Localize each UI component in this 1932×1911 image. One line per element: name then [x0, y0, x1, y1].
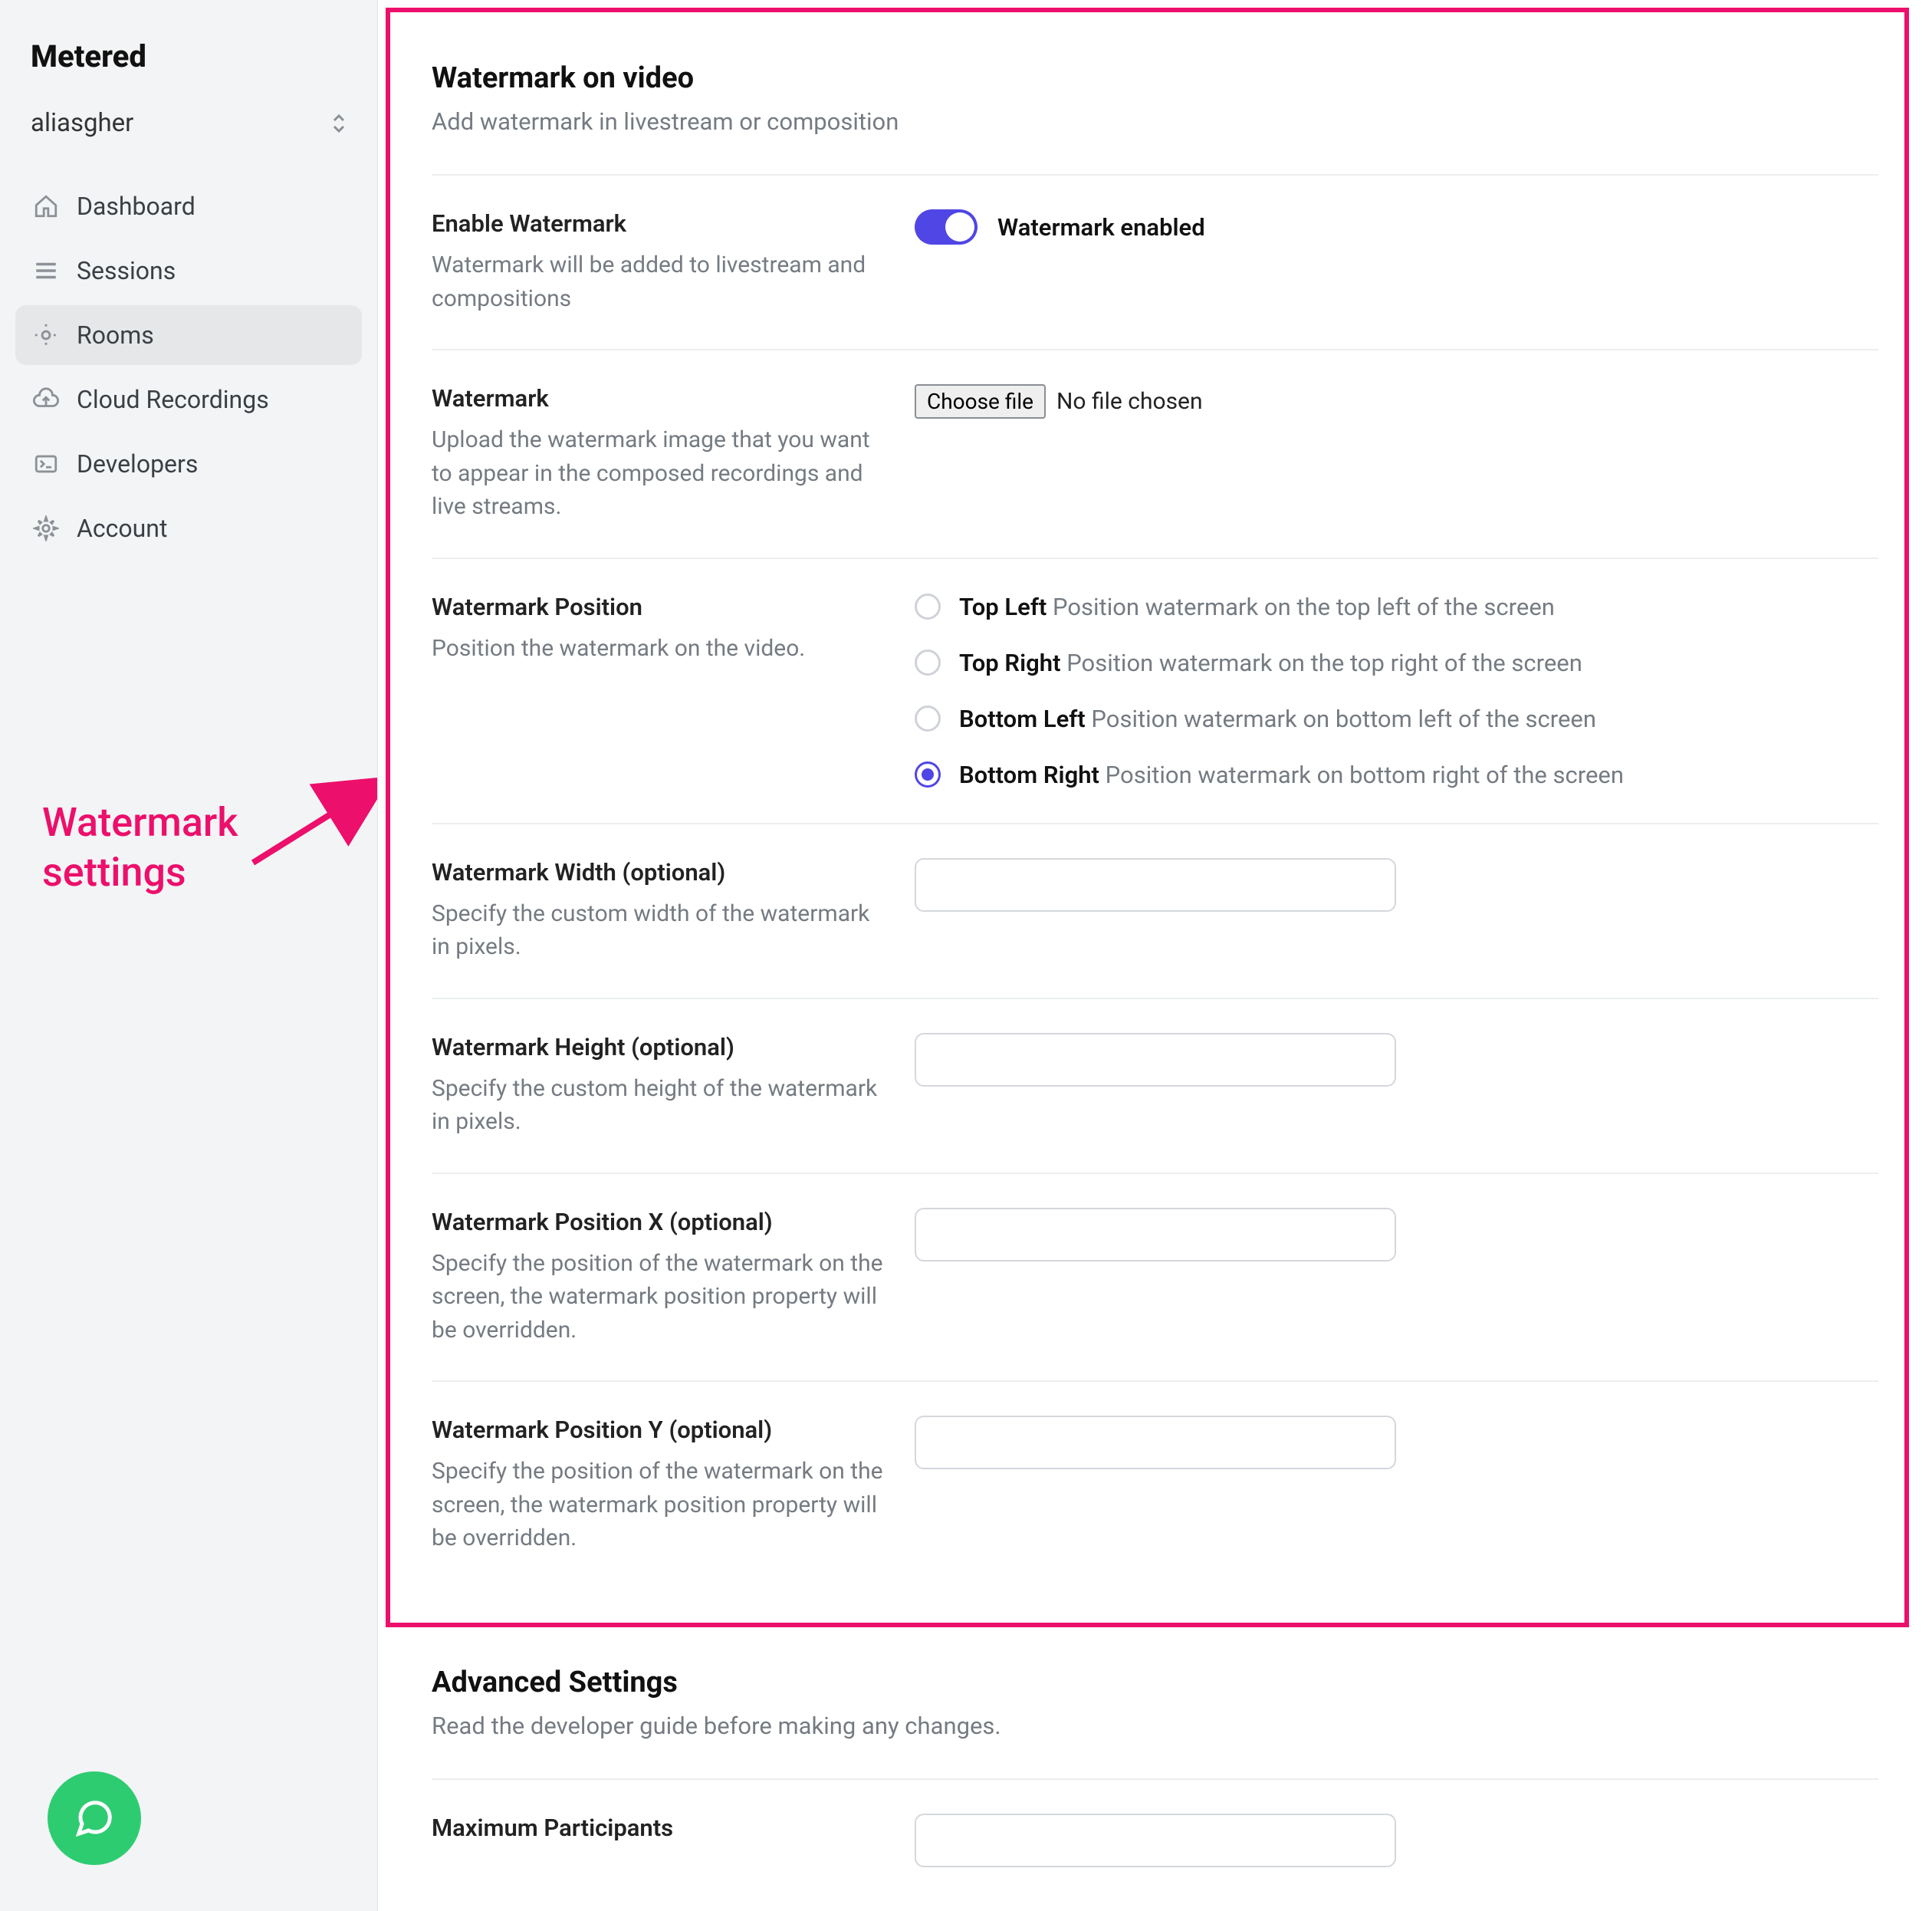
updown-icon [331, 113, 347, 134]
radio-icon [915, 761, 941, 788]
chat-icon [74, 1798, 115, 1839]
content: Watermark on video Add watermark in live… [377, 0, 1932, 1911]
sidebar-item-label: Developers [77, 449, 198, 479]
section-title: Advanced Settings [432, 1666, 1878, 1699]
row-watermark-position: Watermark Position Position the watermar… [432, 559, 1878, 824]
advanced-section: Advanced Settings Read the developer gui… [378, 1589, 1932, 1901]
field-label: Maximum Participants [432, 1814, 884, 1842]
sidebar-item-label: Account [77, 514, 167, 543]
rooms-icon [32, 321, 60, 349]
field-desc: Specify the position of the watermark on… [432, 1455, 884, 1555]
annotation-arrow-icon [238, 771, 391, 878]
section-title: Watermark on video [432, 61, 1878, 95]
enable-watermark-toggle[interactable] [915, 209, 978, 245]
radio-bottom-left[interactable]: Bottom Left Position watermark on bottom… [915, 705, 1878, 733]
field-desc: Specify the custom height of the waterma… [432, 1072, 884, 1139]
field-label: Watermark Position X (optional) [432, 1208, 884, 1236]
radio-icon [915, 706, 941, 732]
radio-top-left[interactable]: Top Left Position watermark on the top l… [915, 593, 1878, 621]
cloud-icon [32, 386, 60, 413]
field-label: Watermark Width (optional) [432, 858, 884, 886]
radio-top-right[interactable]: Top Right Position watermark on the top … [915, 649, 1878, 677]
sidebar-item-label: Rooms [77, 321, 154, 350]
sidebar-item-rooms[interactable]: Rooms [15, 305, 362, 365]
field-label: Watermark Position [432, 593, 884, 621]
field-desc: Position the watermark on the video. [432, 632, 884, 666]
toggle-status-label: Watermark enabled [997, 213, 1205, 242]
sidebar-item-account[interactable]: Account [15, 498, 362, 558]
brand-logo: Metered [15, 31, 362, 97]
section-subtitle: Read the developer guide before making a… [432, 1712, 1878, 1740]
field-desc: Upload the watermark image that you want… [432, 423, 884, 524]
field-desc: Watermark will be added to livestream an… [432, 248, 884, 315]
row-watermark-pos-x: Watermark Position X (optional) Specify … [432, 1174, 1878, 1383]
watermark-pos-y-input[interactable] [915, 1416, 1396, 1469]
field-desc: Specify the custom width of the watermar… [432, 897, 884, 964]
sidebar-item-label: Sessions [77, 256, 176, 285]
sidebar-item-label: Dashboard [77, 192, 196, 221]
field-label: Enable Watermark [432, 209, 884, 238]
row-enable-watermark: Enable Watermark Watermark will be added… [432, 176, 1878, 350]
choose-file-button[interactable]: Choose file [915, 384, 1046, 419]
sidebar-item-label: Cloud Recordings [77, 385, 269, 414]
row-watermark-width: Watermark Width (optional) Specify the c… [432, 824, 1878, 999]
sidebar-item-sessions[interactable]: Sessions [15, 241, 362, 301]
toggle-knob [945, 212, 974, 242]
row-watermark-pos-y: Watermark Position Y (optional) Specify … [432, 1382, 1878, 1589]
row-watermark-height: Watermark Height (optional) Specify the … [432, 999, 1878, 1174]
radio-bottom-right[interactable]: Bottom Right Position watermark on botto… [915, 761, 1878, 789]
radio-icon [915, 650, 941, 676]
workspace-selector[interactable]: aliasgher [15, 97, 362, 169]
home-icon [32, 192, 60, 220]
max-participants-input[interactable] [915, 1814, 1396, 1867]
watermark-section: Watermark on video Add watermark in live… [378, 0, 1932, 1589]
sidebar-item-dashboard[interactable]: Dashboard [15, 176, 362, 236]
nav: Dashboard Sessions Rooms Cloud Recording… [15, 176, 362, 558]
file-status: No file chosen [1056, 388, 1203, 415]
terminal-icon [32, 450, 60, 478]
help-fab[interactable] [48, 1771, 141, 1865]
field-label: Watermark Position Y (optional) [432, 1416, 884, 1444]
watermark-height-input[interactable] [915, 1033, 1396, 1087]
sidebar-item-cloud-recordings[interactable]: Cloud Recordings [15, 370, 362, 429]
gear-icon [32, 515, 60, 542]
radio-icon [915, 594, 941, 620]
watermark-pos-x-input[interactable] [915, 1208, 1396, 1261]
field-label: Watermark Height (optional) [432, 1033, 884, 1061]
sidebar-item-developers[interactable]: Developers [15, 434, 362, 494]
sidebar: Metered aliasgher Dashboard Sessions [0, 0, 377, 1911]
row-watermark-upload: Watermark Upload the watermark image tha… [432, 350, 1878, 559]
workspace-name: aliasgher [31, 108, 133, 138]
list-icon [32, 257, 60, 285]
watermark-width-input[interactable] [915, 858, 1396, 912]
row-max-participants: Maximum Participants [432, 1780, 1878, 1901]
field-desc: Specify the position of the watermark on… [432, 1247, 884, 1347]
section-subtitle: Add watermark in livestream or compositi… [432, 107, 1878, 136]
position-radio-group: Top Left Position watermark on the top l… [915, 593, 1878, 789]
field-label: Watermark [432, 384, 884, 413]
